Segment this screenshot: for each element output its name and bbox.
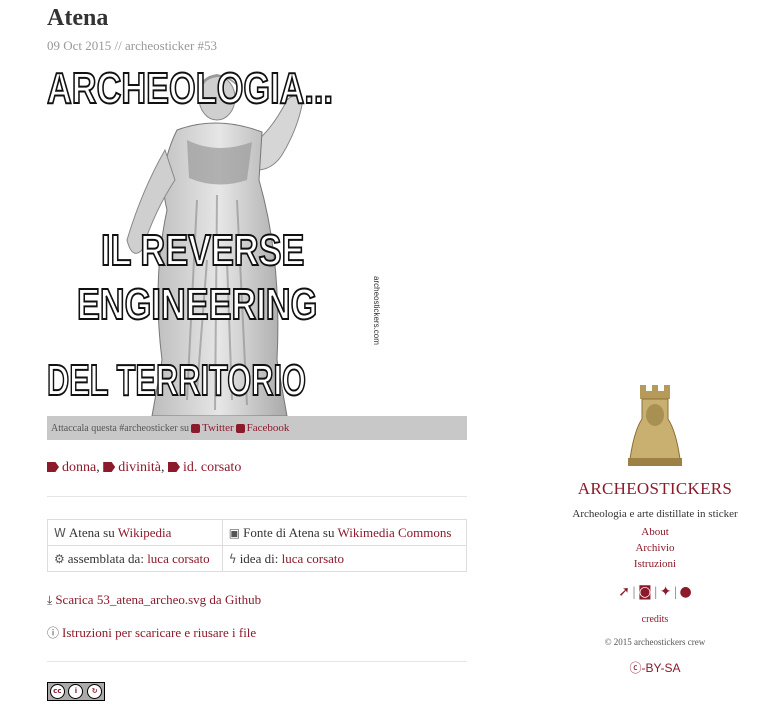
nav-istruzioni[interactable]: Istruzioni [634, 558, 676, 570]
wikipedia-link[interactable]: Wikipedia [118, 525, 172, 540]
cc-icon: cc [49, 684, 65, 699]
tag-icon [47, 462, 59, 472]
table-cell: ▣ Fonte di Atena su Wikimedia Commons [221, 519, 468, 546]
separator: | [653, 585, 658, 599]
tag-icon [168, 462, 180, 472]
sticker-image: ARCHEOLOGIA... IL REVERSE ENGINEERING DE… [46, 60, 392, 416]
separator: | [673, 585, 678, 599]
tag-link[interactable]: divinità [118, 460, 161, 475]
wikimedia-link[interactable]: Wikimedia Commons [337, 525, 451, 540]
instructions-link[interactable]: Istruzioni per scaricare e riusare i fil… [62, 625, 256, 640]
info-table: W Atena su Wikipedia ▣ Fonte di Atena su W… [47, 519, 468, 572]
download-icon: ⤓ [47, 593, 53, 607]
tag-separator: , [161, 460, 165, 475]
share-text: Attaccala questa #archeosticker su [51, 422, 189, 434]
download-svg: ⤓ Scarica 53_atena_archeo.svg da Github [47, 592, 467, 608]
wikipedia-icon: W [54, 525, 66, 540]
share-bar: Attaccala questa #archeosticker su Twitt… [47, 416, 467, 440]
twitter-icon[interactable]: ✦ [660, 584, 672, 600]
table-row: W Atena su Wikipedia ▣ Fonte di Atena su W… [47, 519, 468, 546]
separator: | [632, 585, 637, 599]
table-cell: W Atena su Wikipedia [47, 519, 223, 546]
sidebar-nav: About Archivio Istruzioni [560, 524, 750, 572]
sticker-line-2: IL REVERSE [100, 225, 305, 276]
social-links: ➚ | ◙ | ✦ | ● [560, 584, 750, 600]
license: ⓒ-BY-SA [560, 659, 750, 676]
post-content: Atena 09 Oct 2015 // archeosticker #53 A… [46, 0, 468, 662]
tag-icon [103, 462, 116, 472]
post-meta: 09 Oct 2015 // archeosticker #53 [47, 38, 218, 53]
by-icon: i [68, 684, 84, 699]
nav-archivio[interactable]: Archivio [635, 542, 674, 554]
nav-about[interactable]: About [641, 526, 669, 538]
info-icon: ⓘ [47, 626, 60, 640]
table-row: ⚙ assemblata da: luca corsato ϟ idea di: l… [47, 545, 468, 572]
instagram-icon[interactable]: ◙ [638, 584, 652, 600]
table-cell: ⚙ assemblata da: luca corsato [47, 545, 223, 572]
credits-link[interactable]: credits [642, 614, 669, 625]
credits: credits [560, 614, 750, 625]
github-icon[interactable]: ● [679, 584, 691, 600]
twitter-icon [191, 423, 200, 433]
assembled-by-link[interactable]: luca corsato [147, 551, 209, 566]
cell-text: Fonte di Atena su [243, 524, 335, 540]
divider [47, 496, 467, 497]
logo-chess-piece [628, 385, 682, 466]
post-title: Atena [47, 5, 109, 31]
sidebar: ARCHEOSTICKERS Archeologia e arte distil… [560, 380, 750, 676]
sticker-line-1: ARCHEOLOGIA... [46, 63, 334, 114]
divider [47, 661, 467, 662]
site-title[interactable]: ARCHEOSTICKERS [560, 479, 750, 499]
cell-text: Atena su [68, 524, 115, 540]
cc-license-badge[interactable]: cc i ↻ [47, 682, 105, 701]
download-svg-link[interactable]: Scarica 53_atena_archeo.svg da Github [55, 592, 261, 607]
copyright: © 2015 archeostickers crew [604, 637, 706, 647]
tag-link[interactable]: donna [62, 460, 96, 475]
tag-separator: , [96, 460, 100, 475]
gears-icon: ⚙ [54, 551, 65, 566]
instructions: ⓘ Istruzioni per scaricare e riusare i fi… [47, 624, 467, 641]
sticker-watermark: archeostickers.com [372, 276, 381, 345]
tag-list: donna, divinità, id. corsato [47, 460, 467, 476]
cell-text: idea di: [239, 550, 279, 566]
share-facebook-link[interactable]: Facebook [247, 422, 290, 434]
table-cell: ϟ idea di: luca corsato [221, 545, 468, 572]
image-icon: ▣ [228, 525, 241, 540]
sa-icon: ↻ [87, 684, 103, 699]
cc-icon: ⓒ [629, 661, 642, 675]
facebook-icon [235, 423, 245, 433]
idea-by-link[interactable]: luca corsato [282, 551, 344, 566]
site-description: Archeologia e arte distillate in sticker [572, 508, 738, 520]
sticker-line-4: DEL TERRITORIO [46, 355, 306, 406]
sticker-line-3: ENGINEERING [76, 279, 318, 330]
license-link[interactable]: -BY-SA [642, 661, 681, 675]
telegram-icon[interactable]: ➚ [618, 584, 630, 600]
bolt-icon: ϟ [228, 551, 237, 566]
tag-link[interactable]: id. corsato [183, 460, 241, 475]
cell-text: assemblata da: [67, 550, 144, 566]
share-twitter-link[interactable]: Twitter [202, 422, 234, 434]
